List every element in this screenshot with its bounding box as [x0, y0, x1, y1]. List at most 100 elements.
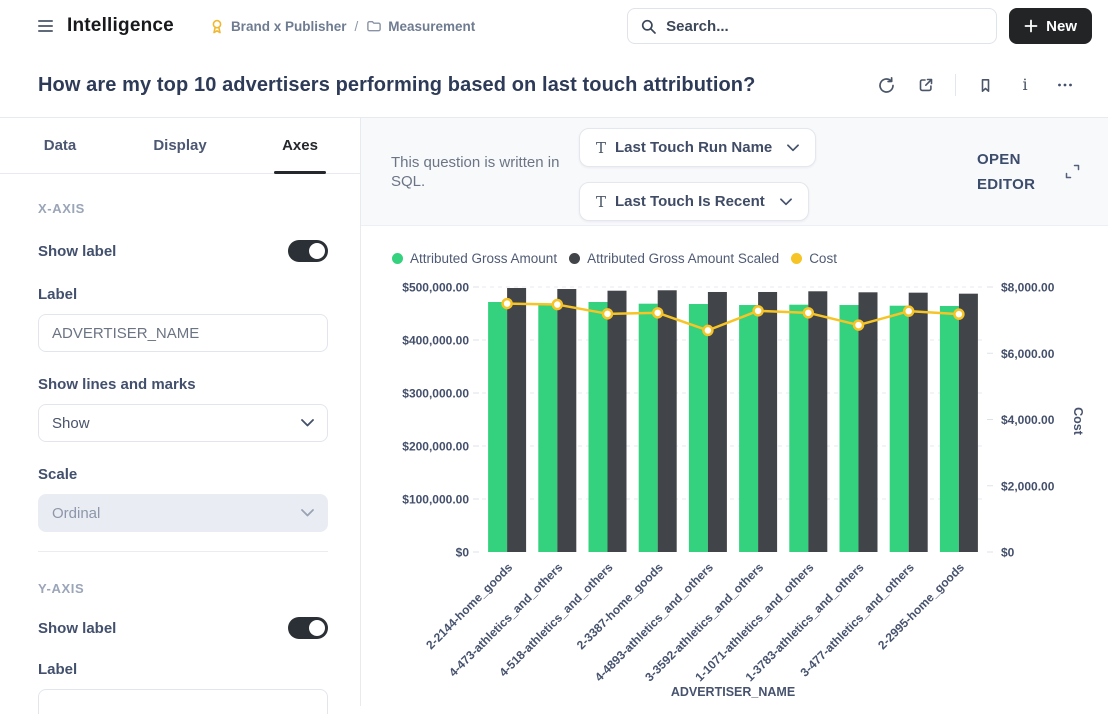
x-axis-show-label-row: Show label — [38, 240, 328, 262]
y-axis-show-label-toggle[interactable] — [288, 617, 328, 639]
bookmark-button[interactable] — [970, 70, 1000, 100]
svg-text:$4,000.00: $4,000.00 — [1001, 413, 1055, 427]
y-axis-show-label-row: Show label — [38, 617, 328, 639]
x-axis-show-label-text: Show label — [38, 243, 116, 260]
sql-notice: This question is written in SQL. — [391, 153, 563, 191]
tab-display[interactable]: Display — [120, 118, 240, 173]
svg-text:$0: $0 — [456, 546, 470, 560]
combo-chart[interactable]: $0 $100,000.00 $200,000.00 $300,000.00 $400,… — [361, 271, 1107, 707]
legend-dot-icon — [791, 253, 802, 264]
scale-select: Ordinal — [38, 494, 328, 532]
new-button-label: New — [1046, 18, 1077, 35]
info-button[interactable]: i — [1010, 70, 1040, 100]
folder-icon — [366, 18, 382, 34]
scale-value: Ordinal — [52, 505, 100, 522]
open-editor-button[interactable]: OPEN EDITOR — [977, 118, 1080, 225]
chart-card: Attributed Gross Amount Attributed Gross … — [361, 226, 1108, 707]
svg-text:Cost: Cost — [1071, 407, 1085, 436]
legend-label: Attributed Gross Amount Scaled — [587, 251, 779, 266]
y-axis-section-title: Y-AXIS — [38, 581, 328, 596]
filter-label: Last Touch Run Name — [615, 139, 772, 156]
info-icon: i — [1022, 77, 1027, 93]
breadcrumb-collection[interactable]: Brand x Publisher — [231, 19, 347, 34]
y-axis-label-field-row: Label — [38, 661, 328, 678]
legend-dot-icon — [392, 253, 403, 264]
breadcrumb-separator: / — [352, 19, 360, 34]
text-type-icon: T — [596, 193, 606, 211]
x-axis-section-title: X-AXIS — [38, 201, 328, 216]
svg-text:$100,000.00: $100,000.00 — [402, 493, 469, 507]
y-axis-label-input[interactable] — [38, 689, 328, 714]
x-axis-label-input[interactable] — [38, 314, 328, 352]
filter-last-touch-run-name[interactable]: T Last Touch Run Name — [579, 128, 816, 167]
svg-text:$0: $0 — [1001, 546, 1015, 560]
lines-marks-label: Show lines and marks — [38, 376, 196, 393]
legend-dot-icon — [569, 253, 580, 264]
tab-data[interactable]: Data — [0, 118, 120, 173]
share-button[interactable] — [911, 70, 941, 100]
lines-marks-select[interactable]: Show — [38, 404, 328, 442]
more-options-button[interactable] — [1050, 70, 1080, 100]
question-bar: This question is written in SQL. T Last … — [361, 118, 1108, 226]
collection-badge-icon — [209, 18, 225, 35]
ellipsis-icon — [1056, 76, 1074, 94]
new-button[interactable]: New — [1009, 8, 1092, 44]
chart-legend: Attributed Gross Amount Attributed Gross … — [361, 226, 1108, 265]
breadcrumb-folder[interactable]: Measurement — [388, 19, 475, 34]
plus-icon — [1024, 19, 1038, 33]
legend-label: Cost — [809, 251, 837, 266]
divider — [955, 74, 956, 96]
expand-icon — [1065, 164, 1080, 179]
question-header: How are my top 10 advertisers performing… — [0, 52, 1108, 100]
legend-item[interactable]: Cost — [791, 251, 837, 266]
open-editor-label: OPEN EDITOR — [977, 147, 1039, 197]
y-axis-label-text: Label — [38, 661, 77, 678]
axes-settings-panel: X-AXIS Show label Label Show lines and m… — [0, 174, 360, 714]
svg-text:$6,000.00: $6,000.00 — [1001, 347, 1055, 361]
tab-axes[interactable]: Axes — [240, 118, 360, 173]
scale-label: Scale — [38, 466, 77, 483]
svg-text:$300,000.00: $300,000.00 — [402, 387, 469, 401]
legend-item[interactable]: Attributed Gross Amount Scaled — [569, 251, 779, 266]
svg-text:2-2144-home_goods: 2-2144-home_goods — [423, 560, 515, 652]
lines-marks-row: Show lines and marks — [38, 376, 328, 393]
chevron-down-icon — [787, 144, 799, 152]
legend-item[interactable]: Attributed Gross Amount — [392, 251, 557, 266]
x-axis-label-text: Label — [38, 286, 77, 303]
lines-marks-value: Show — [52, 415, 90, 432]
search-input[interactable] — [666, 18, 984, 35]
content-area: Data Display Axes X-AXIS Show label Labe… — [0, 117, 1108, 706]
search-icon — [640, 18, 657, 35]
y-axis-show-label-text: Show label — [38, 620, 116, 637]
chevron-down-icon — [301, 419, 314, 427]
svg-text:$200,000.00: $200,000.00 — [402, 440, 469, 454]
chevron-down-icon — [301, 509, 314, 517]
settings-tabs: Data Display Axes — [0, 118, 360, 174]
page-title: How are my top 10 advertisers performing… — [38, 74, 755, 97]
question-actions: i — [871, 70, 1080, 100]
svg-text:$2,000.00: $2,000.00 — [1001, 479, 1055, 493]
filter-last-touch-is-recent[interactable]: T Last Touch Is Recent — [579, 182, 809, 221]
legend-label: Attributed Gross Amount — [410, 251, 557, 266]
x-axis-label-field-row: Label — [38, 286, 328, 303]
app-title[interactable]: Intelligence — [67, 15, 174, 37]
viz-settings-sidebar: Data Display Axes X-AXIS Show label Labe… — [0, 118, 361, 706]
refresh-button[interactable] — [871, 70, 901, 100]
x-axis-show-label-toggle[interactable] — [288, 240, 328, 262]
svg-text:$400,000.00: $400,000.00 — [402, 334, 469, 348]
svg-text:2-3387-home_goods: 2-3387-home_goods — [574, 560, 666, 652]
hamburger-menu-icon[interactable] — [38, 20, 53, 32]
question-main: This question is written in SQL. T Last … — [361, 118, 1108, 706]
divider — [38, 551, 328, 552]
svg-text:2-2995-home_goods: 2-2995-home_goods — [875, 560, 967, 652]
filter-label: Last Touch Is Recent — [615, 193, 765, 210]
search-box[interactable] — [627, 8, 997, 44]
scale-row: Scale — [38, 466, 328, 483]
svg-text:$500,000.00: $500,000.00 — [402, 281, 469, 295]
text-type-icon: T — [596, 139, 606, 157]
chevron-down-icon — [780, 198, 792, 206]
breadcrumb: Brand x Publisher / Measurement — [209, 18, 475, 35]
svg-text:$8,000.00: $8,000.00 — [1001, 281, 1055, 295]
top-nav: Intelligence Brand x Publisher / Measure… — [0, 0, 1108, 52]
svg-text:ADVERTISER_NAME: ADVERTISER_NAME — [671, 685, 795, 699]
